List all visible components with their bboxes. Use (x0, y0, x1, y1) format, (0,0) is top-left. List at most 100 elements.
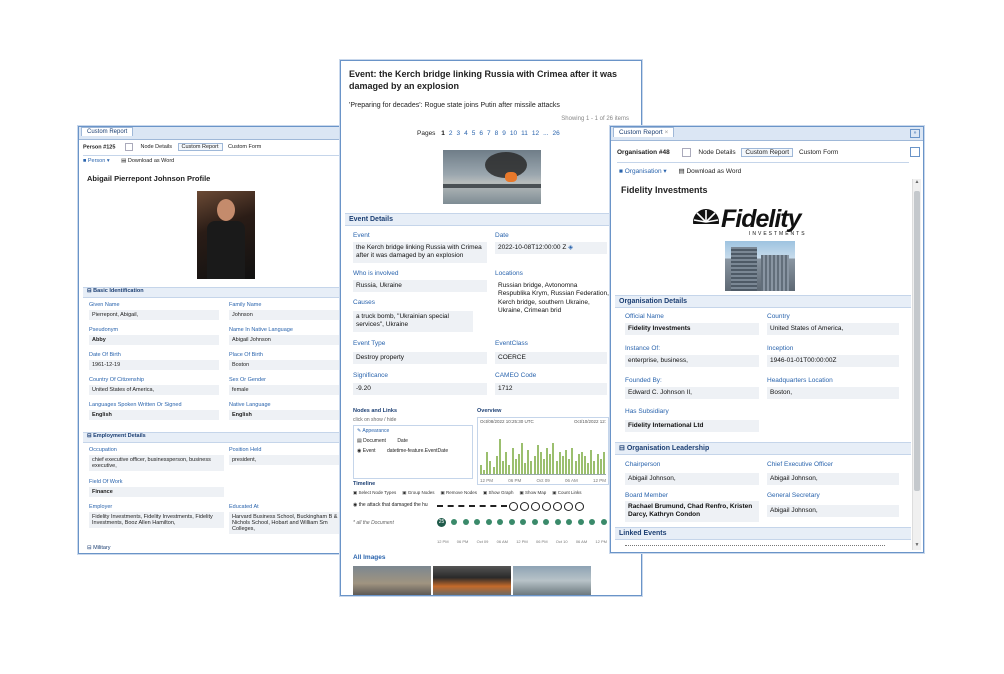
page-link[interactable]: 1 (441, 130, 445, 137)
person-window-tabbar: Custom Report (79, 127, 345, 140)
overview-bar (517, 454, 520, 474)
timeline-circle-marker[interactable] (531, 502, 540, 511)
timeline-dot-marker[interactable] (451, 519, 457, 525)
image-thumb-2[interactable] (433, 566, 511, 595)
scroll-up-icon[interactable]: ▲ (913, 179, 921, 187)
date-value-text: 2022-10-08T12:00:00 Z (498, 244, 567, 251)
timeline-dot-marker[interactable] (497, 519, 503, 525)
occupation-value: chief executive officer, businessperson,… (89, 455, 224, 471)
timeline-circle-marker[interactable] (542, 502, 551, 511)
citizenship-label: Country Of Citizenship (89, 377, 145, 383)
timeline-dot-marker[interactable] (520, 519, 526, 525)
org-window-tab[interactable]: Custom Report × (613, 127, 675, 137)
nodes-item-document[interactable]: ▤ Document Date (354, 436, 472, 446)
timeline-tool[interactable]: ▣ Remove Nodes (440, 490, 477, 495)
timeline-row-2-track[interactable]: 25 (437, 518, 617, 527)
org-tab-node-details[interactable]: Node Details (698, 149, 735, 156)
nodes-item-appearance[interactable]: ✎ Appearance (354, 426, 472, 436)
image-thumb-1[interactable] (353, 566, 431, 595)
timeline-row-1-track[interactable] (437, 502, 601, 511)
page-link[interactable]: 10 (510, 130, 517, 137)
appearance-label: Appearance (362, 428, 390, 434)
ceo-label: Chief Executive Officer (767, 461, 833, 468)
gensec-label: General Secretary (767, 492, 820, 499)
overview-panel: Oct/08/2022 10:25:30 UTC Oct/10/2022 12:… (477, 417, 609, 485)
image-thumb-3[interactable] (513, 566, 591, 595)
timeline-tick: 06 PM (456, 539, 469, 544)
timeline-circle-marker[interactable] (564, 502, 573, 511)
timeline-circle-marker[interactable] (553, 502, 562, 511)
person-window-tab[interactable]: Custom Report (81, 127, 134, 136)
copy-icon[interactable] (681, 148, 691, 157)
inception-value: 1946-01-01T00:00:00Z (767, 355, 899, 368)
tab-node-details[interactable]: Node Details (140, 144, 172, 150)
org-report-window: Custom Report × » Organisation #48 Node … (610, 126, 924, 553)
page-link[interactable]: 26 (553, 130, 560, 137)
page-link[interactable]: 8 (495, 130, 499, 137)
page-link[interactable]: 3 (457, 130, 461, 137)
collapse-icon[interactable]: » (910, 129, 920, 138)
timeline-dot-marker[interactable] (474, 519, 480, 525)
timeline-circle-marker[interactable] (575, 502, 584, 511)
org-scrollbar[interactable]: ▲ ▼ (912, 179, 921, 550)
timeline-dot-marker[interactable] (485, 519, 492, 525)
page-link[interactable]: 9 (502, 130, 506, 137)
timeline-dot-marker[interactable] (577, 519, 584, 525)
section-employment[interactable]: ⊟ Employment Details (83, 432, 345, 443)
section-basic-identification[interactable]: ⊟ Basic Identification (83, 287, 345, 298)
timeline-circle-marker[interactable] (520, 502, 529, 511)
timeline-dot-marker[interactable] (508, 519, 515, 525)
nodes-item-event[interactable]: ◉ Event datetime-feature.EventDate (354, 446, 472, 456)
timeline-count-badge[interactable]: 25 (437, 518, 446, 527)
timeline-tool[interactable]: ▣ Show Map (520, 490, 547, 495)
timeline-circle-marker[interactable] (509, 502, 518, 511)
org-tab-custom-report[interactable]: Custom Report (741, 148, 794, 158)
timeline-dot-marker[interactable] (462, 519, 469, 525)
timeline-dot-marker[interactable] (554, 519, 561, 525)
timeline-tool[interactable]: ▣ Count Links (552, 490, 581, 495)
timeline-dot-marker[interactable] (543, 519, 549, 525)
timeline-dot-marker[interactable] (566, 519, 572, 525)
timeline-tool[interactable]: ▣ Show Graph (483, 490, 514, 495)
scrollbar-thumb[interactable] (914, 191, 920, 491)
maximize-icon[interactable] (910, 147, 920, 157)
section-event-details[interactable]: Event Details (345, 213, 641, 226)
timeline-dot-marker[interactable] (531, 519, 538, 525)
page-link[interactable]: 11 (521, 130, 528, 137)
overview-title: Overview (477, 408, 502, 414)
overview-bar (546, 447, 549, 474)
scroll-down-icon[interactable]: ▼ (913, 542, 921, 550)
section-org-leadership[interactable]: ⊟ Organisation Leadership (615, 442, 911, 455)
tab-custom-report[interactable]: Custom Report (177, 143, 223, 152)
page-link[interactable]: 5 (472, 130, 476, 137)
org-tab-custom-form[interactable]: Custom Form (799, 149, 838, 156)
timeline-tool[interactable]: ▣ Group Nodes (402, 490, 434, 495)
org-type-button[interactable]: ■ Organisation ▾ (619, 168, 667, 175)
native-lang-label: Native Language (229, 402, 271, 408)
tab-custom-form[interactable]: Custom Form (228, 144, 261, 150)
nodes-links-title: Nodes and Links (353, 408, 398, 414)
org-download-word-button[interactable]: ▤ Download as Word (678, 168, 741, 175)
timeline-title: Timeline (353, 481, 376, 487)
page-link[interactable]: 4 (464, 130, 468, 137)
timeline-dot-marker[interactable] (600, 519, 607, 525)
section-linked-events[interactable]: Linked Events (615, 527, 911, 540)
page-link[interactable]: 12 (532, 130, 539, 137)
timeline-tool[interactable]: ▣ Select Node Types (353, 490, 396, 495)
section-military[interactable]: ⊟ Military (87, 545, 111, 551)
fidelity-logo: Fidelity INVESTMENTS (691, 205, 831, 239)
person-type-button[interactable]: ■ Person ▾ (83, 158, 110, 164)
timeline-dot-marker[interactable] (589, 519, 595, 525)
download-word-button[interactable]: ▤ Download as Word (121, 158, 174, 164)
overview-end: Oct/10/2022 12: (573, 419, 606, 424)
close-icon[interactable]: × (665, 129, 669, 136)
page-link[interactable]: 2 (449, 130, 453, 137)
section-org-details[interactable]: Organisation Details (615, 295, 911, 308)
copy-icon[interactable] (124, 143, 133, 151)
globe-icon[interactable]: ◈ (568, 244, 573, 251)
page-link[interactable]: 6 (479, 130, 483, 137)
page-link[interactable]: 7 (487, 130, 491, 137)
page-link[interactable]: ... (543, 130, 548, 137)
org-window-tab-label: Custom Report (619, 129, 663, 136)
overview-histogram[interactable] (480, 428, 606, 475)
